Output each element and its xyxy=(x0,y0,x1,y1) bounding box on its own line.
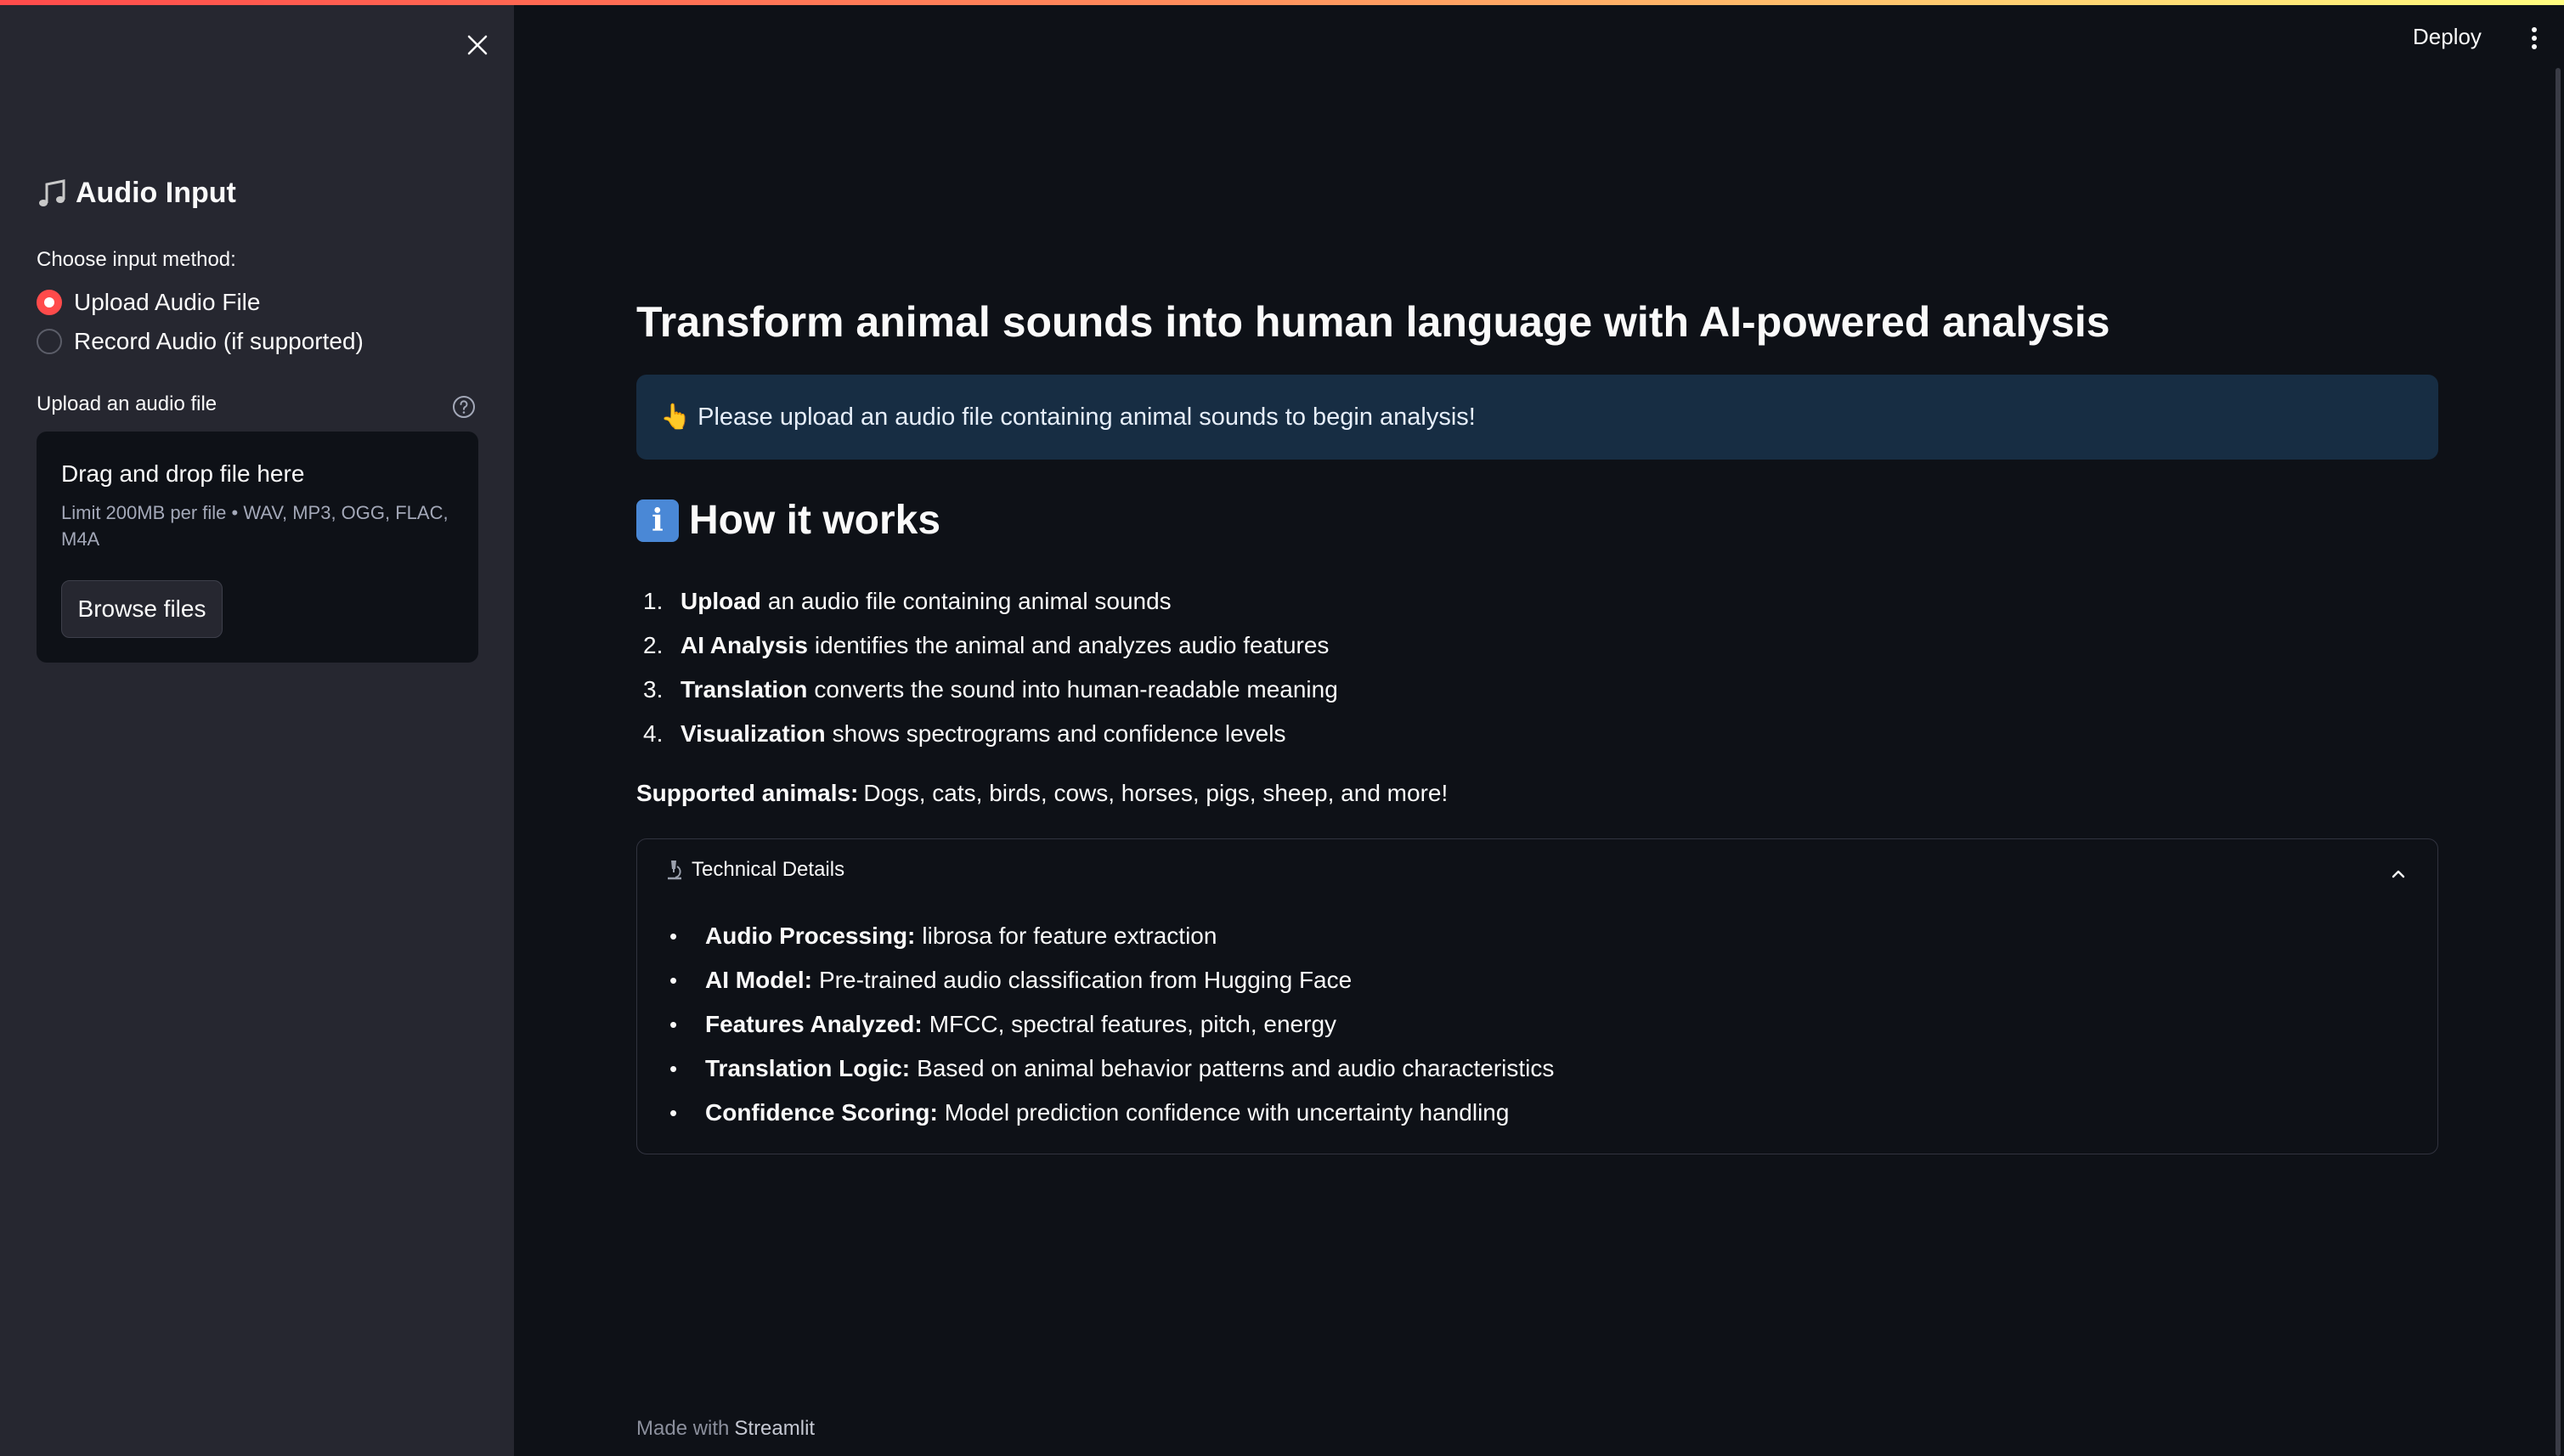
info-alert-text: Please upload an audio file containing a… xyxy=(697,403,1476,431)
input-method-label: Choose input method: xyxy=(37,248,236,271)
deploy-button[interactable]: Deploy xyxy=(2413,24,2482,50)
dropzone-limits: Limit 200MB per file • WAV, MP3, OGG, FL… xyxy=(61,502,449,550)
dropzone-title: Drag and drop file here xyxy=(61,460,305,487)
radio-record-audio[interactable]: Record Audio (if supported) xyxy=(37,328,364,355)
how-it-works-heading: i How it works xyxy=(636,497,940,544)
list-item: • Confidence Scoring: Model prediction c… xyxy=(669,1099,1510,1126)
information-icon: i xyxy=(636,499,679,542)
sidebar-title-text: Audio Input xyxy=(76,177,236,209)
close-icon xyxy=(467,35,488,55)
radio-unselected-icon[interactable] xyxy=(37,329,62,354)
upload-label: Upload an audio file xyxy=(37,392,217,415)
technical-details-list: • Audio Processing: librosa for feature … xyxy=(669,914,1554,1135)
microscope-icon xyxy=(668,861,681,880)
supported-animals: Supported animals: Dogs, cats, birds, cow… xyxy=(636,780,1448,807)
radio-upload-audio[interactable]: Upload Audio File xyxy=(37,289,260,316)
list-item: • Translation Logic: Based on animal beh… xyxy=(669,1055,1555,1081)
close-sidebar-button[interactable] xyxy=(461,29,494,61)
info-alert: 👆 Please upload an audio file containing… xyxy=(636,375,2438,460)
how-it-works-title: How it works xyxy=(689,498,941,543)
page-title: Transform animal sounds into human langu… xyxy=(636,298,2110,346)
supported-animals-label: Supported animals: xyxy=(636,780,859,806)
list-item: • AI Model: Pre-trained audio classifica… xyxy=(669,967,1353,993)
list-item: 1. Upload an audio file containing anima… xyxy=(643,588,1172,614)
list-item: 2. AI Analysis identifies the animal and… xyxy=(643,632,1330,658)
browse-files-button[interactable]: Browse files xyxy=(61,580,223,638)
sidebar: Audio Input Choose input method: Upload … xyxy=(0,5,514,1456)
expander-header[interactable]: Technical Details xyxy=(664,858,844,882)
list-item: 4. Visualization shows spectrograms and … xyxy=(643,720,1286,747)
musical-note-icon xyxy=(39,178,65,206)
list-item: • Features Analyzed: MFCC, spectral feat… xyxy=(669,1011,1337,1037)
help-icon[interactable] xyxy=(450,393,477,420)
streamlit-link[interactable]: Streamlit xyxy=(734,1417,815,1440)
chevron-up-icon[interactable] xyxy=(2386,861,2411,887)
list-item: • Audio Processing: librosa for feature … xyxy=(669,923,1217,949)
pointing-up-icon: 👆 xyxy=(660,404,692,431)
steps-list: 1. Upload an audio file containing anima… xyxy=(636,579,1338,756)
supported-animals-text: Dogs, cats, birds, cows, horses, pigs, s… xyxy=(863,780,1449,806)
technical-details-expander: Technical Details • Audio Processing: li… xyxy=(636,838,2438,1154)
sidebar-title: Audio Input xyxy=(37,177,236,210)
expander-title: Technical Details xyxy=(692,858,845,881)
footer: Made with Streamlit xyxy=(636,1417,815,1441)
radio-record-label: Record Audio (if supported) xyxy=(74,328,364,354)
radio-selected-icon[interactable] xyxy=(37,290,62,315)
radio-upload-label: Upload Audio File xyxy=(74,289,261,315)
file-dropzone[interactable]: Drag and drop file here Limit 200MB per … xyxy=(37,432,478,663)
footer-prefix: Made with xyxy=(636,1417,730,1440)
main-scrollbar[interactable] xyxy=(2556,68,2561,1456)
kebab-menu-icon[interactable] xyxy=(2522,24,2547,53)
list-item: 3. Translation converts the sound into h… xyxy=(643,676,1338,703)
